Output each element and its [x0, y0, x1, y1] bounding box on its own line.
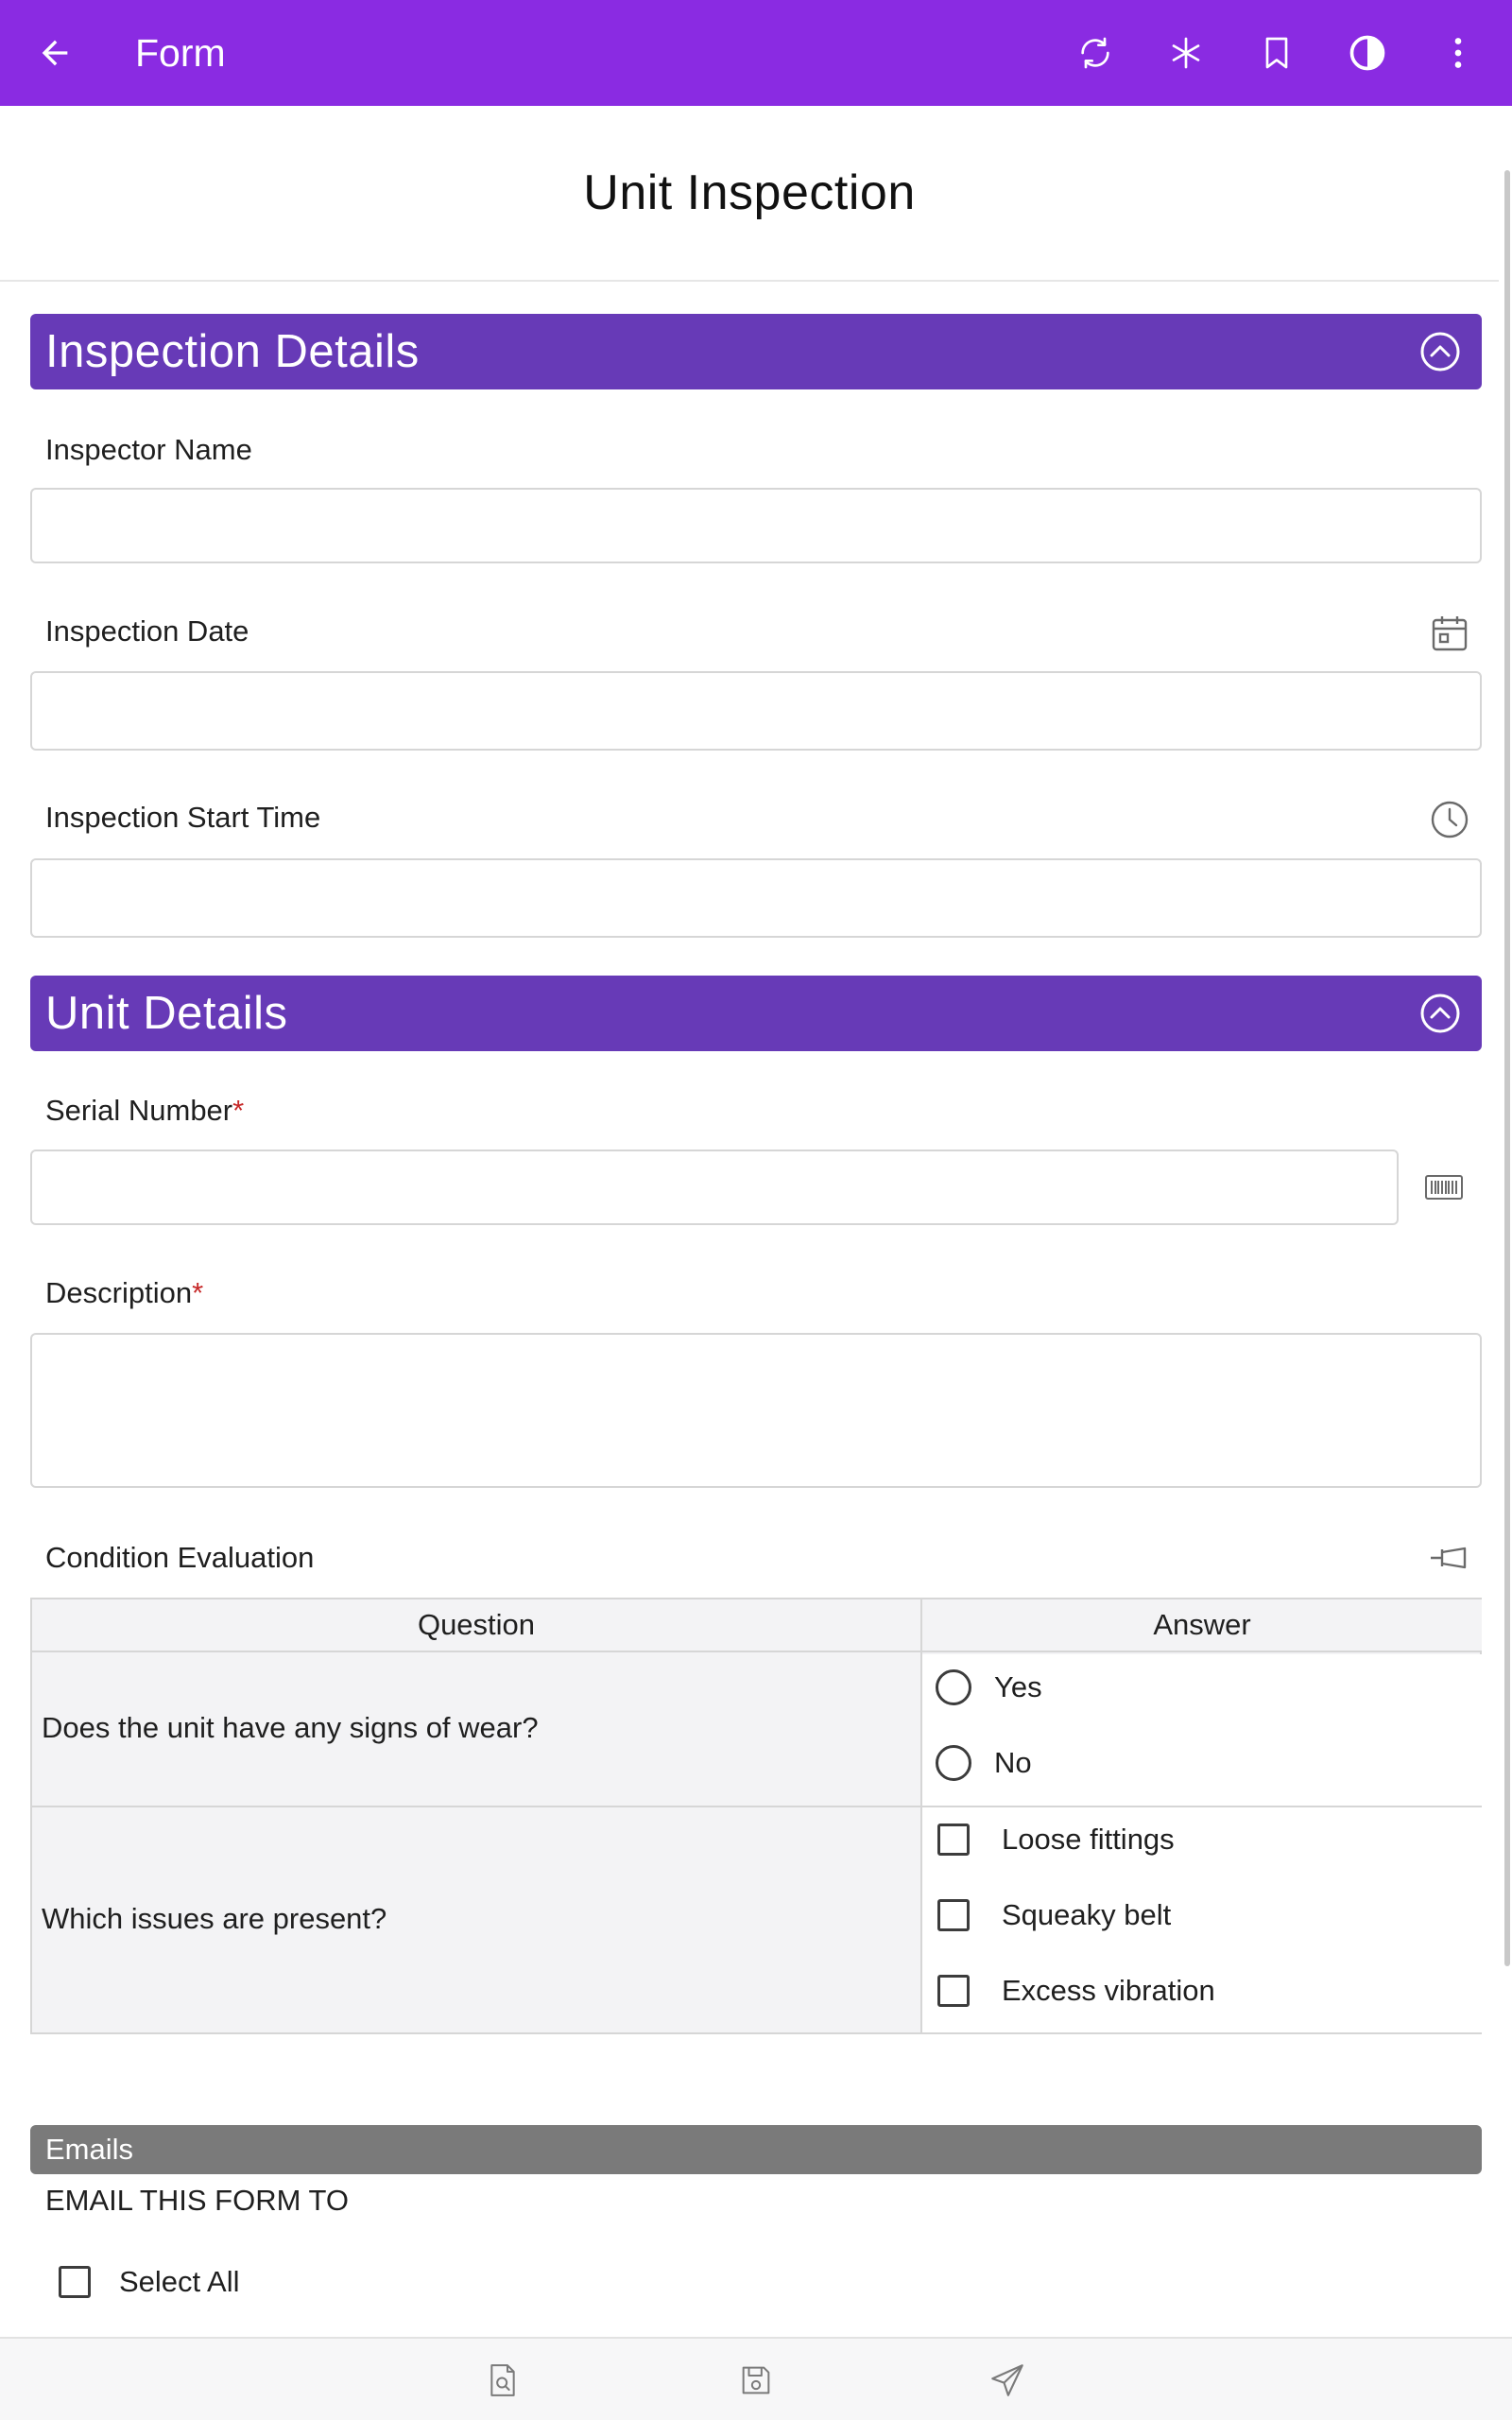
checkbox-label: Excess vibration: [1002, 1974, 1215, 2007]
checkbox[interactable]: [937, 1899, 970, 1931]
bookmark-icon: [1265, 37, 1288, 69]
section-title: Inspection Details: [45, 326, 420, 377]
checkbox[interactable]: [937, 1824, 970, 1856]
asterisk-icon: [1172, 37, 1200, 69]
description-label-text: Description: [45, 1276, 193, 1309]
grid-header-question: Question: [32, 1599, 920, 1652]
condition-evaluation-grid: Question Answer Does the unit have any s…: [30, 1598, 1482, 2034]
checkbox-option-excess-vibration[interactable]: Excess vibration: [937, 1974, 1215, 2008]
checkbox-label: Squeaky belt: [1002, 1898, 1172, 1931]
radio-button[interactable]: [936, 1669, 971, 1705]
inspector-name-label: Inspector Name: [45, 433, 252, 466]
more-options-button[interactable]: [1432, 26, 1485, 79]
required-mark: *: [232, 1094, 245, 1127]
inspector-name-input[interactable]: [30, 488, 1482, 563]
section-header-unit-details[interactable]: Unit Details: [30, 976, 1482, 1051]
checkbox-option-squeaky-belt[interactable]: Squeaky belt: [937, 1898, 1171, 1932]
checkbox-option-loose-fittings[interactable]: Loose fittings: [937, 1823, 1175, 1857]
description-label: Description*: [45, 1276, 203, 1310]
page-header: Unit Inspection: [0, 106, 1499, 282]
section-header-inspection-details[interactable]: Inspection Details: [30, 314, 1482, 389]
collapse-icon[interactable]: [1418, 991, 1463, 1036]
grid-header-answer: Answer: [922, 1599, 1482, 1652]
serial-number-label: Serial Number*: [45, 1094, 244, 1128]
preview-icon: [490, 2364, 515, 2396]
select-all-checkbox[interactable]: [59, 2266, 91, 2298]
app-title: Form: [135, 31, 226, 75]
section-title: Unit Details: [45, 988, 288, 1039]
inspection-start-time-input[interactable]: [30, 858, 1482, 938]
clock-icon[interactable]: [1427, 797, 1472, 842]
preview-button[interactable]: [480, 2358, 525, 2403]
section-title: Emails: [45, 2133, 134, 2166]
inspection-date-input[interactable]: [30, 671, 1482, 751]
grid-question: Which issues are present?: [42, 1902, 387, 1935]
grid-divider: [920, 1599, 922, 2032]
calendar-icon[interactable]: [1427, 611, 1472, 656]
condition-evaluation-label: Condition Evaluation: [45, 1541, 315, 1574]
serial-number-label-text: Serial Number: [45, 1094, 233, 1127]
save-icon: [742, 2366, 770, 2394]
inspection-date-label: Inspection Date: [45, 614, 249, 648]
radio-option-no[interactable]: No: [936, 1745, 1032, 1781]
send-icon: [991, 2364, 1023, 2396]
radio-button[interactable]: [936, 1745, 971, 1781]
inspection-start-time-label: Inspection Start Time: [45, 801, 321, 834]
required-mark: *: [192, 1276, 204, 1309]
more-vert-icon: [1454, 38, 1462, 68]
sync-button[interactable]: [1069, 26, 1122, 79]
grid-row-divider: [32, 1806, 1480, 1807]
radio-label: No: [994, 1746, 1032, 1779]
radio-option-yes[interactable]: Yes: [936, 1669, 1042, 1705]
bookmark-button[interactable]: [1250, 26, 1303, 79]
pin-icon[interactable]: [1427, 1535, 1472, 1581]
arrow-back-icon: [42, 40, 68, 66]
barcode-scan-icon[interactable]: [1421, 1165, 1467, 1210]
collapse-icon[interactable]: [1418, 329, 1463, 374]
back-button[interactable]: [28, 26, 81, 79]
send-button[interactable]: [985, 2358, 1030, 2403]
email-this-form-to-label: EMAIL THIS FORM TO: [45, 2184, 349, 2217]
select-all-label: Select All: [119, 2265, 240, 2298]
bottom-action-bar: [0, 2337, 1512, 2420]
serial-number-input[interactable]: [30, 1150, 1399, 1225]
description-textarea[interactable]: [30, 1333, 1482, 1488]
contrast-icon: [1349, 35, 1385, 71]
checkbox[interactable]: [937, 1975, 970, 2007]
contrast-button[interactable]: [1341, 26, 1394, 79]
page-title: Unit Inspection: [583, 165, 916, 220]
select-all-option[interactable]: Select All: [59, 2265, 240, 2299]
asterisk-button[interactable]: [1160, 26, 1212, 79]
grid-question: Does the unit have any signs of wear?: [42, 1711, 539, 1744]
section-header-emails: Emails: [30, 2125, 1482, 2174]
radio-label: Yes: [994, 1670, 1042, 1703]
sync-icon: [1081, 37, 1109, 69]
checkbox-label: Loose fittings: [1002, 1823, 1175, 1856]
scrollbar[interactable]: [1504, 170, 1510, 1966]
save-button[interactable]: [733, 2358, 779, 2403]
app-bar: Form: [0, 0, 1512, 106]
